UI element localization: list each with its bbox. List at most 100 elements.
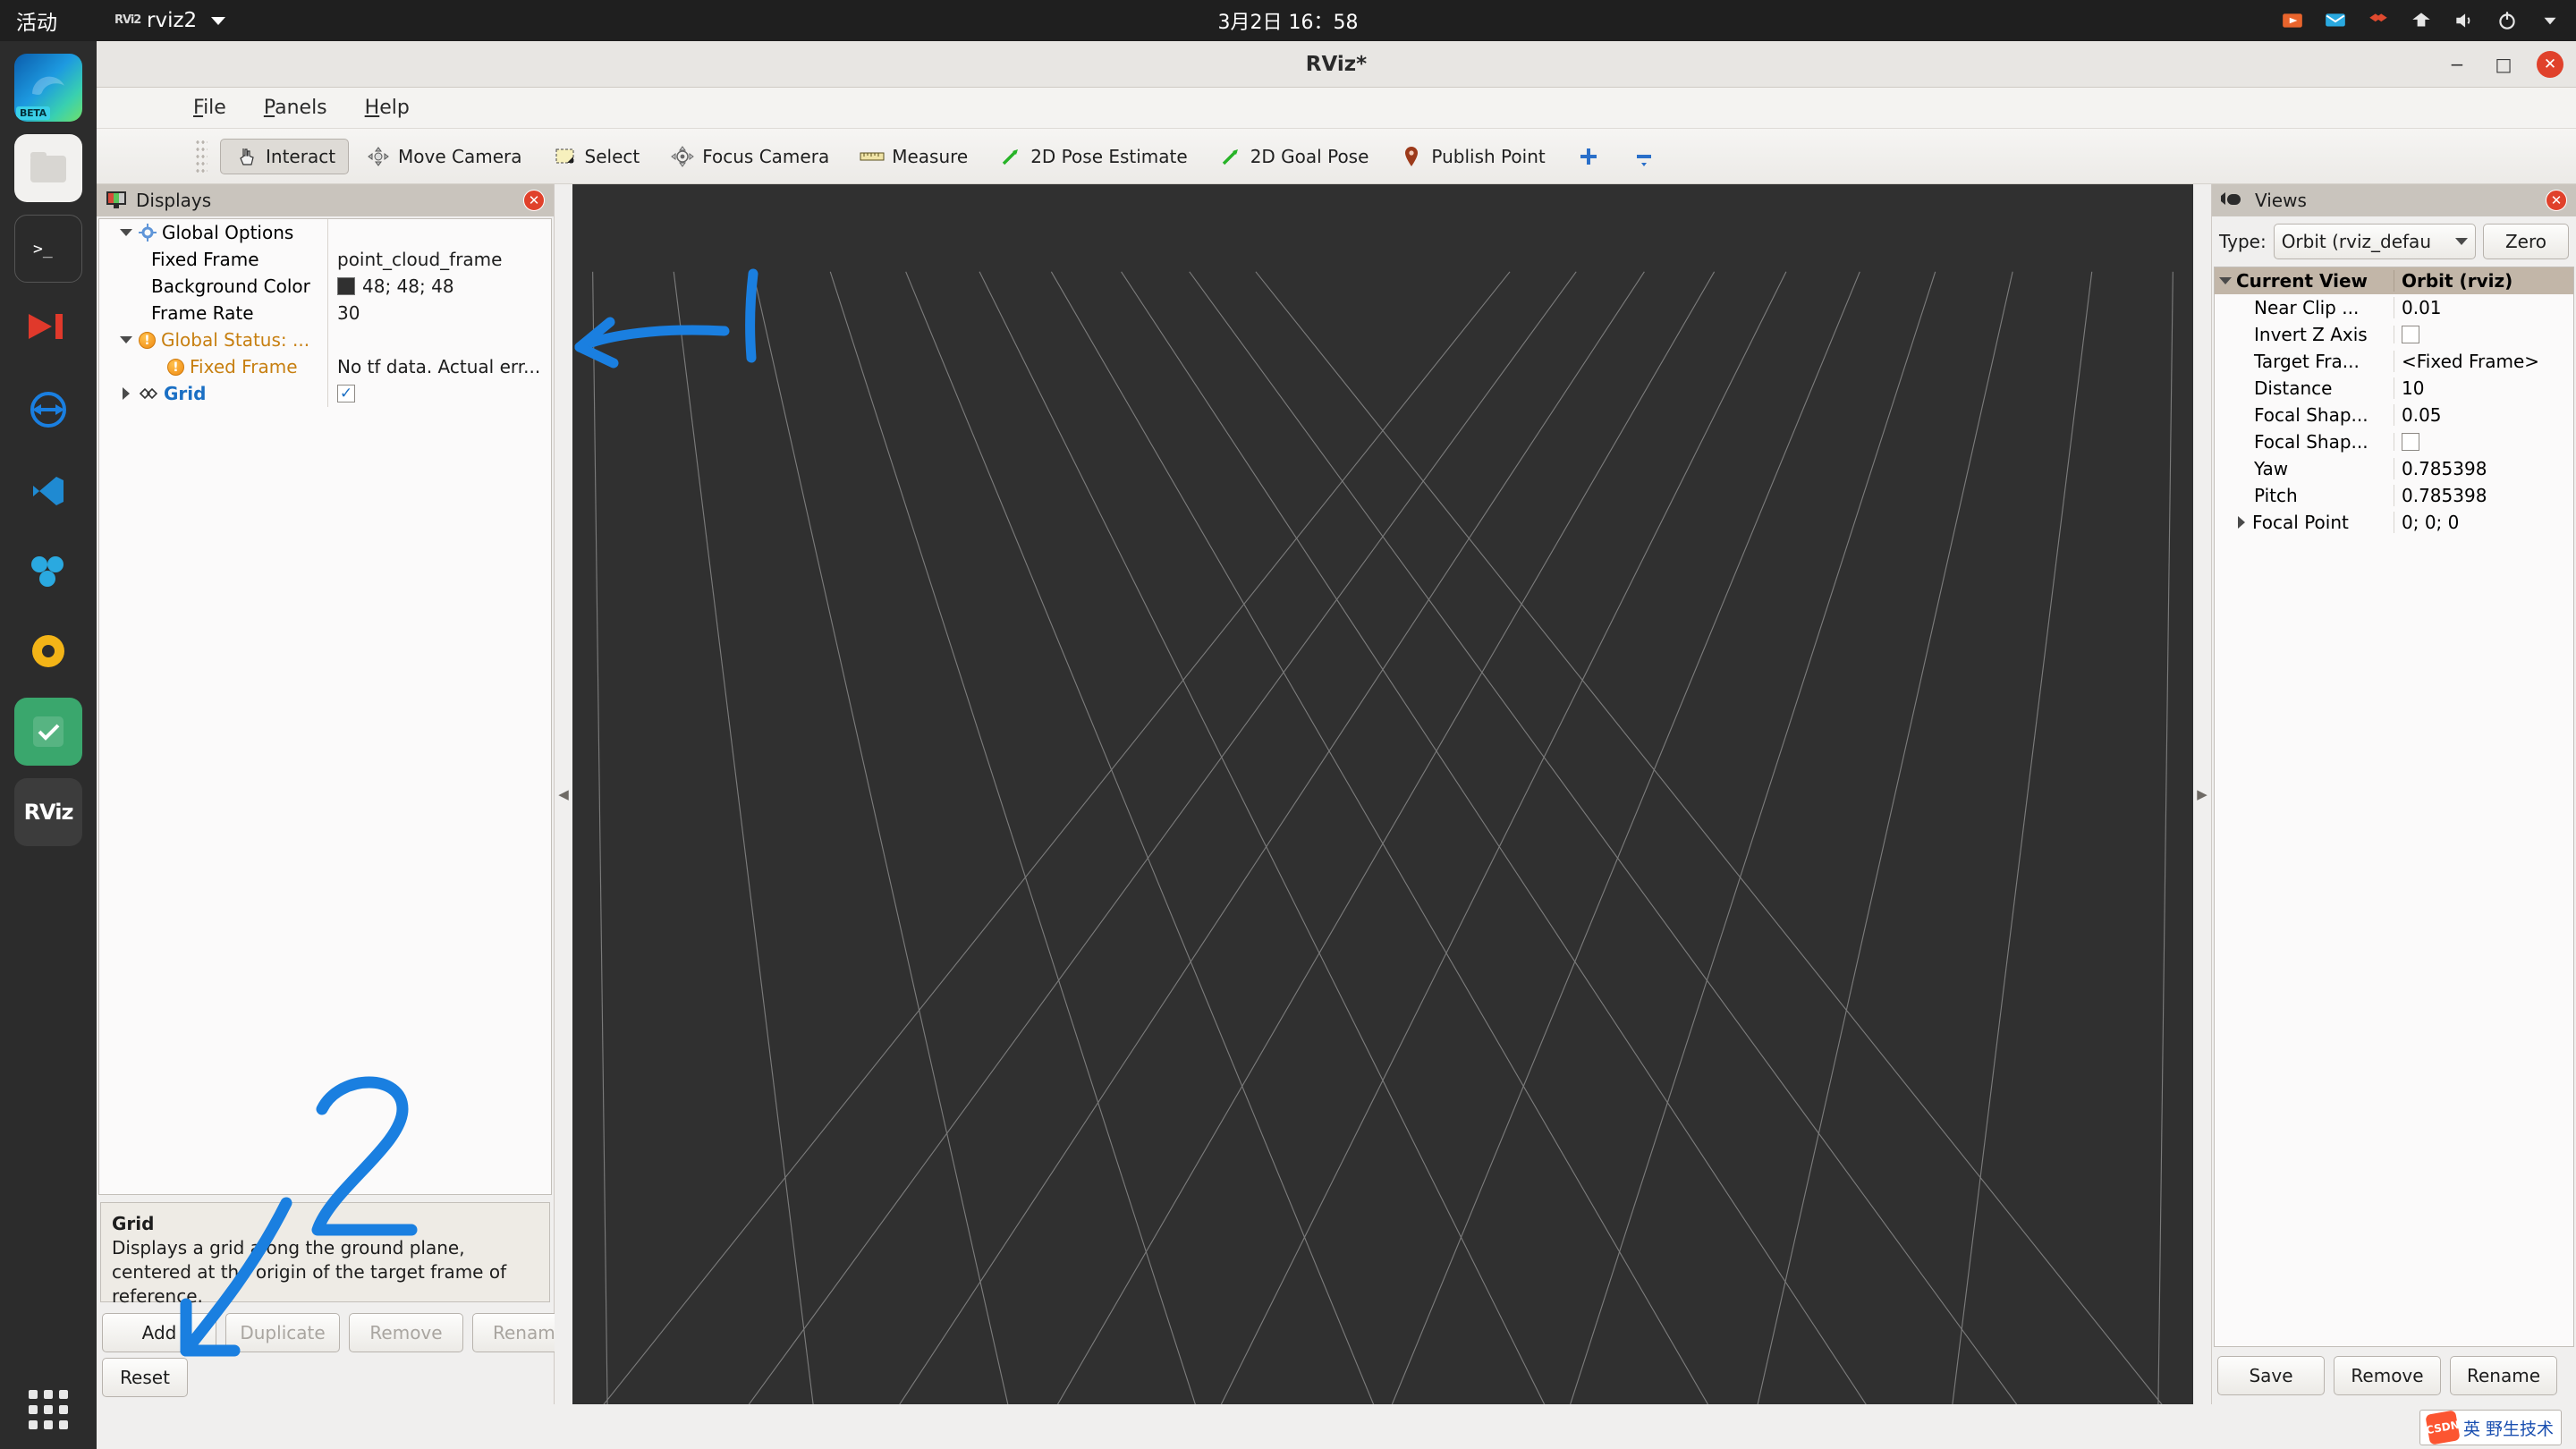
views-row-value[interactable]: <Fixed Frame>: [2394, 351, 2573, 372]
reset-button[interactable]: Reset: [102, 1358, 188, 1397]
tool-publish-point[interactable]: Publish Point: [1385, 139, 1558, 174]
tree-row-value[interactable]: point_cloud_frame: [327, 246, 551, 273]
tree-row[interactable]: Global Options: [99, 219, 551, 246]
select-rect-icon: [553, 146, 578, 167]
menu-file[interactable]: File: [193, 97, 226, 119]
expander-toggle[interactable]: [119, 387, 133, 400]
left-splitter-handle[interactable]: ◀: [555, 184, 572, 1404]
app-menu[interactable]: RVi2 rviz2: [114, 9, 226, 32]
render-viewport[interactable]: [572, 184, 2193, 1404]
tree-row-value[interactable]: [327, 219, 551, 246]
expander-toggle[interactable]: [119, 229, 133, 236]
views-row-focal-shape-size[interactable]: Focal Shap... 0.05: [2215, 402, 2573, 428]
tool-2d-pose-estimate[interactable]: 2D Pose Estimate: [985, 139, 1201, 174]
volume-icon[interactable]: [2453, 9, 2476, 32]
dock-item-ubuntu-software[interactable]: [14, 617, 82, 685]
views-row-yaw[interactable]: Yaw 0.785398: [2215, 455, 2573, 482]
views-row-value[interactable]: 0.785398: [2394, 458, 2573, 479]
tool-focus-camera[interactable]: Focus Camera: [657, 139, 843, 174]
invert-z-axis-checkbox[interactable]: [2402, 326, 2419, 343]
views-row-value[interactable]: 0.05: [2394, 404, 2573, 426]
displays-tree[interactable]: Global Options Fixed Frame point_cloud_f…: [98, 218, 552, 1195]
right-splitter-handle[interactable]: ▶: [2193, 184, 2211, 1404]
tool-measure[interactable]: Measure: [846, 139, 981, 174]
tool-2d-goal-pose[interactable]: 2D Goal Pose: [1205, 139, 1383, 174]
tree-row-value[interactable]: [327, 326, 551, 353]
duplicate-button[interactable]: Duplicate: [225, 1313, 340, 1352]
monitor-icon: [106, 191, 126, 208]
views-row-value[interactable]: 0.01: [2394, 297, 2573, 318]
dock-item-files[interactable]: [14, 134, 82, 202]
tool-move-camera[interactable]: Move Camera: [352, 139, 535, 174]
dropbox-icon[interactable]: [2367, 9, 2390, 32]
toolbar-drag-handle[interactable]: [195, 138, 208, 174]
tool-interact[interactable]: Interact: [220, 138, 350, 174]
dock-item-todo[interactable]: [14, 698, 82, 766]
tool-select[interactable]: Select: [539, 139, 654, 174]
chevron-down-icon[interactable]: [2538, 9, 2562, 32]
views-row-pitch[interactable]: Pitch 0.785398: [2215, 482, 2573, 509]
tree-row-value[interactable]: No tf data. Actual err...: [327, 353, 551, 380]
screencast-icon[interactable]: [2281, 9, 2304, 32]
views-row-focal-shape-fixed[interactable]: Focal Shap...: [2215, 428, 2573, 455]
views-row-value[interactable]: 10: [2394, 377, 2573, 399]
dock-item-ros-rqt[interactable]: [14, 295, 82, 363]
work-area: Displays ✕ Global Options Fixed Frame po…: [97, 184, 2576, 1404]
clock[interactable]: 3月2日 16：58: [1218, 6, 1359, 35]
tree-row-value[interactable]: 30: [327, 300, 551, 326]
add-button[interactable]: Add: [102, 1313, 216, 1352]
activities-button[interactable]: 活动: [16, 5, 57, 36]
tree-row-value[interactable]: 48; 48; 48: [327, 273, 551, 300]
tree-row[interactable]: ! Fixed Frame No tf data. Actual err...: [99, 353, 551, 380]
expander-toggle[interactable]: [2218, 277, 2233, 284]
views-panel-close-icon[interactable]: ✕: [2546, 190, 2567, 211]
tree-row[interactable]: Fixed Frame point_cloud_frame: [99, 246, 551, 273]
views-row-value[interactable]: [2394, 433, 2573, 451]
tree-row[interactable]: Grid ✓: [99, 380, 551, 407]
tree-row[interactable]: ! Global Status: ...: [99, 326, 551, 353]
zero-button[interactable]: Zero: [2483, 224, 2569, 259]
views-row-focal-point[interactable]: Focal Point 0; 0; 0: [2215, 509, 2573, 536]
minimize-button[interactable]: −: [2444, 51, 2470, 78]
dock-item-teamviewer[interactable]: [14, 376, 82, 444]
views-row-value[interactable]: [2394, 326, 2573, 343]
power-icon[interactable]: [2496, 9, 2519, 32]
focal-shape-fixed-checkbox[interactable]: [2402, 433, 2419, 451]
views-properties-tree[interactable]: Current View Orbit (rviz) Near Clip ... …: [2214, 267, 2574, 1347]
views-rename-button[interactable]: Rename: [2450, 1356, 2558, 1395]
tool-add-tool[interactable]: [1563, 139, 1614, 174]
expander-toggle[interactable]: [119, 336, 133, 343]
dock-item-firefox-beta[interactable]: BETA: [14, 54, 82, 122]
dock-item-rviz[interactable]: RViz: [14, 778, 82, 846]
dock-item-gazebo[interactable]: [14, 537, 82, 605]
views-row-value[interactable]: 0; 0; 0: [2394, 512, 2573, 533]
expander-toggle[interactable]: [2234, 516, 2249, 529]
dock-item-vscode[interactable]: [14, 456, 82, 524]
tree-row[interactable]: Frame Rate 30: [99, 300, 551, 326]
tree-row-value[interactable]: ✓: [327, 380, 551, 407]
menu-panels[interactable]: Panels: [264, 97, 327, 119]
focus-camera-icon: [670, 145, 695, 167]
show-applications-button[interactable]: [29, 1390, 68, 1429]
views-remove-button[interactable]: Remove: [2334, 1356, 2441, 1395]
message-icon[interactable]: [2324, 9, 2347, 32]
close-button[interactable]: ✕: [2537, 51, 2563, 78]
menu-help[interactable]: Help: [365, 97, 410, 119]
remove-button[interactable]: Remove: [349, 1313, 463, 1352]
views-row-invert-z-axis[interactable]: Invert Z Axis: [2215, 321, 2573, 348]
view-type-dropdown[interactable]: Orbit (rviz_defau: [2273, 224, 2476, 259]
views-row-target-frame[interactable]: Target Fra... <Fixed Frame>: [2215, 348, 2573, 375]
views-row-value[interactable]: 0.785398: [2394, 485, 2573, 506]
maximize-button[interactable]: □: [2490, 51, 2517, 78]
dock-item-terminal[interactable]: >_: [14, 215, 82, 283]
views-row-distance[interactable]: Distance 10: [2215, 375, 2573, 402]
views-row-near-clip[interactable]: Near Clip ... 0.01: [2215, 294, 2573, 321]
save-button[interactable]: Save: [2217, 1356, 2325, 1395]
tree-row[interactable]: Background Color 48; 48; 48: [99, 273, 551, 300]
displays-panel-close-icon[interactable]: ✕: [523, 190, 545, 211]
tool-remove-tool[interactable]: [1618, 139, 1670, 174]
views-current-view-header[interactable]: Current View Orbit (rviz): [2215, 267, 2573, 294]
network-icon[interactable]: [2410, 9, 2433, 32]
ime-indicator[interactable]: CSDN 英 野生技术: [2419, 1410, 2562, 1445]
grid-enabled-checkbox[interactable]: ✓: [337, 385, 355, 402]
